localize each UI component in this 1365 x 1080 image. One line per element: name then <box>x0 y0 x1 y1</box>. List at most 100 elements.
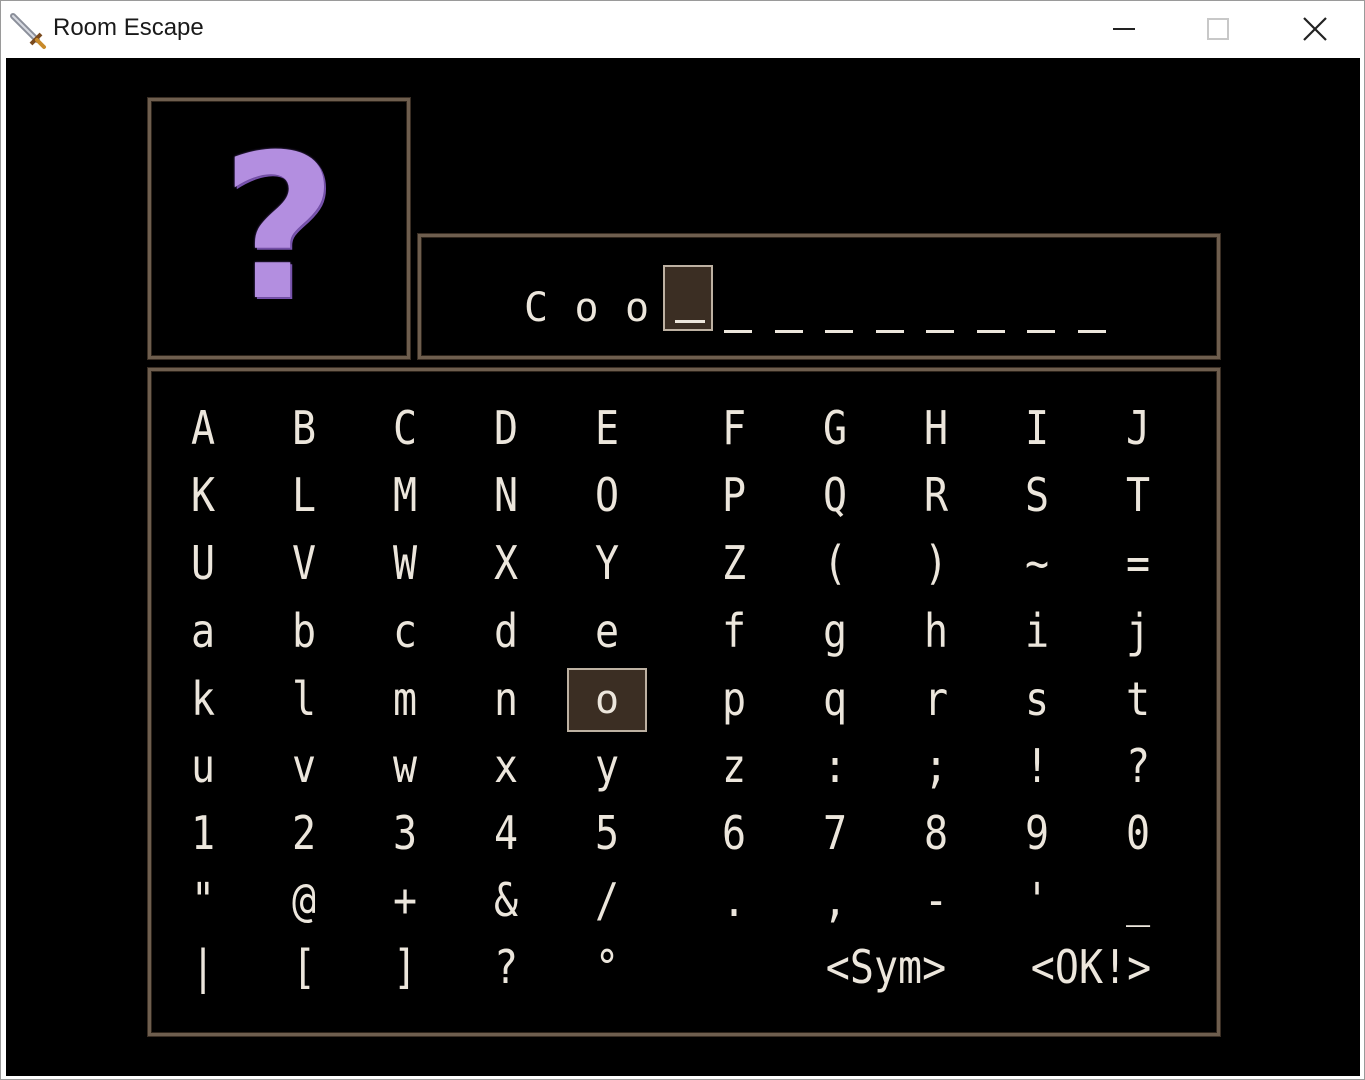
key-7-0[interactable]: " <box>163 864 243 938</box>
key-0-9[interactable]: J <box>1098 392 1178 466</box>
key-0-1[interactable]: B <box>264 392 344 466</box>
key-0-8[interactable]: I <box>997 392 1077 466</box>
key-7-5[interactable]: . <box>694 864 774 938</box>
key-3-6[interactable]: g <box>795 595 875 669</box>
key-5-7[interactable]: ; <box>896 730 976 804</box>
title-bar[interactable]: Room Escape <box>1 1 1364 57</box>
name-blank <box>865 283 915 333</box>
key-3-3[interactable]: d <box>466 595 546 669</box>
maximize-button[interactable] <box>1172 1 1264 57</box>
name-blank <box>814 283 864 333</box>
key-1-8[interactable]: S <box>997 459 1077 533</box>
key-5-4[interactable]: y <box>567 730 647 804</box>
key-7-8[interactable]: ' <box>997 864 1077 938</box>
key-6-7[interactable]: 8 <box>896 797 976 871</box>
key-6-4[interactable]: 5 <box>567 797 647 871</box>
key-4-3[interactable]: n <box>466 663 546 737</box>
key-4-1[interactable]: l <box>264 663 344 737</box>
key-1-7[interactable]: R <box>896 459 976 533</box>
key-5-3[interactable]: x <box>466 730 546 804</box>
sym-command-key[interactable]: <Sym> <box>806 931 966 1005</box>
key-0-6[interactable]: G <box>795 392 875 466</box>
key-0-0[interactable]: A <box>163 392 243 466</box>
key-6-8[interactable]: 9 <box>997 797 1077 871</box>
key-2-4[interactable]: Y <box>567 527 647 601</box>
key-3-5[interactable]: f <box>694 595 774 669</box>
key-4-0[interactable]: k <box>163 663 243 737</box>
key-8-4[interactable]: ° <box>567 931 647 1005</box>
key-0-4[interactable]: E <box>567 392 647 466</box>
key-3-8[interactable]: i <box>997 595 1077 669</box>
key-5-9[interactable]: ? <box>1098 730 1178 804</box>
game-window: Room Escape ? Coo ABCDEFGHIJKLMNOPQRSTUV <box>0 0 1365 1080</box>
key-0-2[interactable]: C <box>365 392 445 466</box>
key-4-2[interactable]: m <box>365 663 445 737</box>
key-4-5[interactable]: p <box>694 663 774 737</box>
maximize-icon <box>1207 18 1229 40</box>
key-8-0[interactable]: | <box>163 931 243 1005</box>
key-0-3[interactable]: D <box>466 392 546 466</box>
key-3-1[interactable]: b <box>264 595 344 669</box>
key-5-6[interactable]: : <box>795 730 875 804</box>
key-1-4[interactable]: O <box>567 459 647 533</box>
key-7-4[interactable]: / <box>567 864 647 938</box>
key-2-5[interactable]: Z <box>694 527 774 601</box>
key-2-3[interactable]: X <box>466 527 546 601</box>
key-3-0[interactable]: a <box>163 595 243 669</box>
key-7-2[interactable]: + <box>365 864 445 938</box>
game-canvas: ? Coo A B C D E F G H I J K L M N O P Q R S T U V W X Y Z() ~ = a b c d… <box>6 58 1360 1076</box>
key-1-2[interactable]: M <box>365 459 445 533</box>
key-2-2[interactable]: W <box>365 527 445 601</box>
key-4-6[interactable]: q <box>795 663 875 737</box>
key-3-4[interactable]: e <box>567 595 647 669</box>
close-button[interactable] <box>1269 1 1361 57</box>
key-5-0[interactable]: u <box>163 730 243 804</box>
key-7-3[interactable]: & <box>466 864 546 938</box>
key-3-9[interactable]: j <box>1098 595 1178 669</box>
name-blank <box>1067 283 1117 333</box>
key-4-9[interactable]: t <box>1098 663 1178 737</box>
minimize-button[interactable] <box>1078 1 1170 57</box>
key-7-6[interactable]: , <box>795 864 875 938</box>
key-8-1[interactable]: [ <box>264 931 344 1005</box>
key-6-6[interactable]: 7 <box>795 797 875 871</box>
key-8-3[interactable]: ? <box>466 931 546 1005</box>
key-5-8[interactable]: ! <box>997 730 1077 804</box>
key-7-1[interactable]: @ <box>264 864 344 938</box>
key-6-1[interactable]: 2 <box>264 797 344 871</box>
key-6-3[interactable]: 4 <box>466 797 546 871</box>
key-7-7[interactable]: - <box>896 864 976 938</box>
key-0-5[interactable]: F <box>694 392 774 466</box>
key-1-6[interactable]: Q <box>795 459 875 533</box>
name-blank <box>1016 283 1066 333</box>
name-char: o <box>624 285 650 331</box>
key-5-5[interactable]: z <box>694 730 774 804</box>
key-6-2[interactable]: 3 <box>365 797 445 871</box>
key-7-9[interactable]: _ <box>1098 864 1178 938</box>
key-5-1[interactable]: v <box>264 730 344 804</box>
key-1-3[interactable]: N <box>466 459 546 533</box>
key-1-5[interactable]: P <box>694 459 774 533</box>
key-4-4[interactable]: o <box>567 668 647 732</box>
key-1-1[interactable]: L <box>264 459 344 533</box>
key-2-1[interactable]: V <box>264 527 344 601</box>
key-2-6[interactable]: ( <box>795 527 875 601</box>
key-2-9[interactable]: = <box>1098 527 1178 601</box>
key-2-7[interactable]: ) <box>896 527 976 601</box>
key-3-7[interactable]: h <box>896 595 976 669</box>
ok-command-key[interactable]: <OK!> <box>1011 931 1171 1005</box>
key-5-2[interactable]: w <box>365 730 445 804</box>
key-0-7[interactable]: H <box>896 392 976 466</box>
key-8-2[interactable]: ] <box>365 931 445 1005</box>
key-2-0[interactable]: U <box>163 527 243 601</box>
key-6-0[interactable]: 1 <box>163 797 243 871</box>
key-2-8[interactable]: ~ <box>997 527 1077 601</box>
key-4-8[interactable]: s <box>997 663 1077 737</box>
key-6-9[interactable]: 0 <box>1098 797 1178 871</box>
portrait-panel: ? <box>148 98 410 359</box>
key-6-5[interactable]: 6 <box>694 797 774 871</box>
key-1-0[interactable]: K <box>163 459 243 533</box>
key-4-7[interactable]: r <box>896 663 976 737</box>
key-3-2[interactable]: c <box>365 595 445 669</box>
key-1-9[interactable]: T <box>1098 459 1178 533</box>
